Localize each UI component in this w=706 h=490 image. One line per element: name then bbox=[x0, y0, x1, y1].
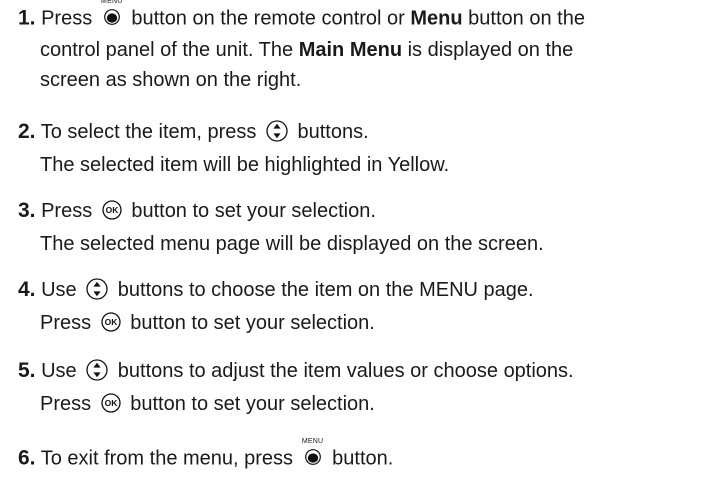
instruction-document: 1. Press MENU button on the remote contr… bbox=[0, 0, 706, 490]
step-number: 3. bbox=[18, 199, 36, 222]
svg-text:OK: OK bbox=[104, 317, 118, 327]
step-text: Press bbox=[41, 200, 93, 222]
step-1-line-2: control panel of the unit. The Main Menu… bbox=[18, 37, 698, 64]
ok-button-icon: OK bbox=[102, 200, 122, 220]
ok-button-icon: OK bbox=[101, 312, 121, 332]
step-text: buttons to adjust the item values or cho… bbox=[117, 360, 574, 382]
step-1: 1. Press MENU button on the remote contr… bbox=[18, 0, 698, 94]
svg-text:OK: OK bbox=[104, 398, 118, 408]
step-text-bold: Main Menu bbox=[298, 39, 403, 61]
step-text: To exit from the menu, press bbox=[40, 447, 294, 470]
step-text: control panel of the unit. The bbox=[40, 39, 294, 61]
step-text: screen as shown on the right. bbox=[40, 69, 302, 91]
step-text: The selected item will be highlighted in… bbox=[40, 154, 450, 176]
step-4-line-1: 4. Use buttons to choose the item on the… bbox=[18, 276, 698, 304]
ok-button-icon: OK bbox=[101, 393, 121, 413]
step-4-line-2: Press OK button to set your selection. bbox=[18, 310, 698, 337]
step-number: 6. bbox=[18, 446, 36, 470]
step-text: button on the remote control or bbox=[131, 7, 405, 30]
step-5-line-1: 5. Use buttons to adjust the item values… bbox=[18, 357, 698, 385]
step-1-line-1: 1. Press MENU button on the remote contr… bbox=[18, 0, 698, 34]
step-number: 4. bbox=[18, 278, 36, 301]
step-number: 2. bbox=[18, 120, 36, 143]
step-text: button to set your selection. bbox=[130, 393, 375, 415]
step-2-line-2: The selected item will be highlighted in… bbox=[18, 152, 698, 179]
menu-icon-label: MENU bbox=[301, 438, 324, 445]
step-6-line-1: 6. To exit from the menu, press MENU but… bbox=[18, 438, 698, 474]
step-6: 6. To exit from the menu, press MENU but… bbox=[18, 438, 698, 474]
step-2: 2. To select the item, press buttons. Th… bbox=[18, 118, 698, 179]
step-5: 5. Use buttons to adjust the item values… bbox=[18, 357, 698, 418]
step-text: button on the bbox=[468, 7, 585, 30]
step-text: The selected menu page will be displayed… bbox=[40, 233, 544, 255]
step-text: Press bbox=[41, 7, 93, 30]
step-text-bold: Menu bbox=[410, 7, 463, 30]
step-text: Press bbox=[40, 312, 92, 334]
up-down-arrow-button-icon bbox=[86, 359, 108, 381]
menu-icon-label: MENU bbox=[101, 0, 123, 5]
step-1-line-3: screen as shown on the right. bbox=[18, 67, 698, 94]
step-3-line-2: The selected menu page will be displayed… bbox=[18, 231, 698, 258]
step-3-line-1: 3. Press OK button to set your selection… bbox=[18, 197, 698, 225]
step-text: buttons. bbox=[297, 121, 369, 143]
step-text: To select the item, press bbox=[40, 121, 257, 143]
up-down-arrow-button-icon bbox=[86, 278, 108, 300]
step-text: is displayed on the bbox=[407, 39, 574, 61]
step-text: Use bbox=[41, 360, 77, 382]
up-down-arrow-button-icon bbox=[266, 120, 288, 142]
step-number: 5. bbox=[18, 359, 36, 382]
step-3: 3. Press OK button to set your selection… bbox=[18, 197, 698, 258]
menu-button-icon: MENU bbox=[301, 438, 324, 470]
menu-button-icon: MENU bbox=[101, 0, 123, 30]
step-4: 4. Use buttons to choose the item on the… bbox=[18, 276, 698, 337]
step-text: button. bbox=[332, 447, 394, 470]
step-text: button to set your selection. bbox=[130, 312, 375, 334]
step-number: 1. bbox=[18, 6, 36, 30]
step-text: Press bbox=[40, 393, 92, 415]
step-5-line-2: Press OK button to set your selection. bbox=[18, 391, 698, 418]
svg-text:OK: OK bbox=[105, 205, 119, 215]
step-text: button to set your selection. bbox=[131, 200, 376, 222]
step-text: Use bbox=[41, 279, 77, 301]
step-2-line-1: 2. To select the item, press buttons. bbox=[18, 118, 698, 146]
step-text: buttons to choose the item on the MENU p… bbox=[117, 279, 534, 301]
